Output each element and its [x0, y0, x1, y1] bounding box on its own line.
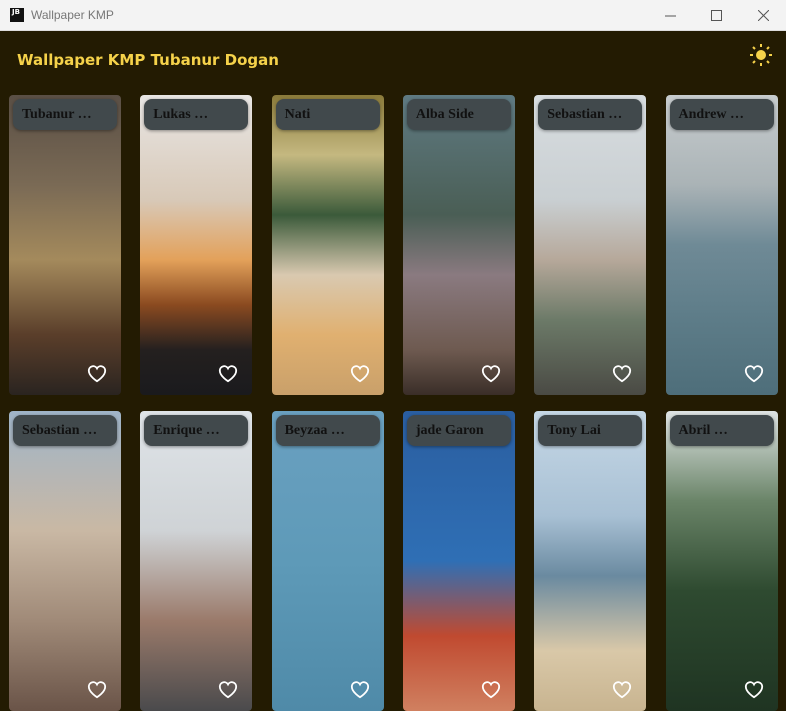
- favorite-button[interactable]: [217, 363, 239, 383]
- minimize-button[interactable]: [647, 0, 693, 31]
- favorite-button[interactable]: [349, 363, 371, 383]
- author-label: Nati: [275, 99, 380, 130]
- wallpaper-card[interactable]: Sebastian …: [534, 95, 647, 395]
- heart-outline-icon: [350, 681, 369, 699]
- author-label: Enrique …: [144, 415, 249, 446]
- favorite-button[interactable]: [480, 363, 502, 383]
- wallpaper-card[interactable]: Tony Lai: [534, 411, 647, 711]
- author-label: Alba Side: [406, 99, 511, 130]
- author-label: Tony Lai: [538, 415, 643, 446]
- title-bar: JB Wallpaper KMP: [0, 0, 786, 31]
- favorite-button[interactable]: [611, 363, 633, 383]
- heart-outline-icon: [219, 681, 238, 699]
- wallpaper-card[interactable]: Nati: [271, 95, 384, 395]
- wallpaper-card[interactable]: Beyzaa …: [271, 411, 384, 711]
- heart-outline-icon: [219, 365, 238, 383]
- wallpaper-card[interactable]: Andrew …: [665, 95, 778, 395]
- app-icon: JB: [10, 8, 24, 22]
- heart-outline-icon: [744, 681, 763, 699]
- maximize-button[interactable]: [693, 0, 739, 31]
- page-title: Wallpaper KMP Tubanur Dogan: [17, 51, 279, 69]
- favorite-button[interactable]: [743, 363, 765, 383]
- favorite-button[interactable]: [86, 363, 108, 383]
- author-label: jade Garon: [406, 415, 511, 446]
- favorite-button[interactable]: [480, 679, 502, 699]
- wallpaper-card[interactable]: Enrique …: [140, 411, 253, 711]
- favorite-button[interactable]: [217, 679, 239, 699]
- author-label: Lukas …: [144, 99, 249, 130]
- heart-outline-icon: [481, 365, 500, 383]
- wallpaper-card[interactable]: jade Garon: [402, 411, 515, 711]
- heart-outline-icon: [613, 681, 632, 699]
- author-label: Andrew …: [669, 99, 774, 130]
- wallpaper-card[interactable]: Alba Side: [402, 95, 515, 395]
- wallpaper-card[interactable]: Tubanur …: [9, 95, 121, 395]
- author-label: Beyzaa …: [275, 415, 380, 446]
- wallpaper-card[interactable]: Lukas …: [140, 95, 253, 395]
- author-label: Tubanur …: [13, 99, 117, 130]
- heart-outline-icon: [613, 365, 632, 383]
- window-title: Wallpaper KMP: [31, 8, 114, 22]
- wallpaper-card[interactable]: Sebastian …: [9, 411, 121, 711]
- author-label: Sebastian …: [538, 99, 643, 130]
- favorite-button[interactable]: [743, 679, 765, 699]
- favorite-button[interactable]: [86, 679, 108, 699]
- heart-outline-icon: [87, 681, 107, 699]
- theme-toggle-button[interactable]: [750, 44, 772, 66]
- heart-outline-icon: [481, 681, 500, 699]
- heart-outline-icon: [350, 365, 369, 383]
- author-label: Sebastian …: [13, 415, 117, 446]
- author-label: Abril …: [669, 415, 774, 446]
- wallpaper-card[interactable]: Abril …: [665, 411, 778, 711]
- heart-outline-icon: [744, 365, 763, 383]
- heart-outline-icon: [87, 365, 107, 383]
- close-button[interactable]: [740, 0, 786, 31]
- sun-icon: [750, 44, 772, 66]
- favorite-button[interactable]: [611, 679, 633, 699]
- favorite-button[interactable]: [349, 679, 371, 699]
